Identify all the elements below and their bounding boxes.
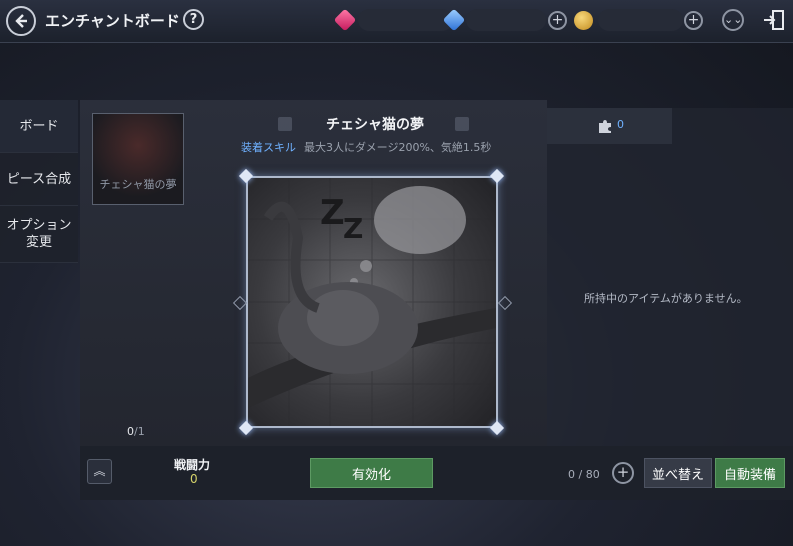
sidebar-item-option-change[interactable]: オプション 変更 (0, 206, 78, 263)
skill-tag: 装着スキル (241, 141, 296, 154)
board-title: チェシャ猫の夢 (326, 117, 424, 133)
sidebar-item-piece-synthesis[interactable]: ピース合成 (0, 153, 78, 206)
puzzle-piece-icon (599, 120, 611, 133)
collapse-button[interactable]: ︽ (87, 459, 112, 484)
exit-door-icon (764, 10, 784, 30)
combat-power-label: 戦闘力 (174, 458, 211, 472)
sidebar-item-label: ボード (19, 118, 59, 134)
thumbnail-label: チェシャ猫の夢 (99, 178, 177, 191)
sidebar-item-label: ピース合成 (6, 171, 72, 187)
sidebar-item-label: オプション 変更 (6, 218, 72, 250)
skill-description: 最大3人にダメージ200%、気絶1.5秒 (304, 141, 492, 154)
sidebar-item-board[interactable]: ボード (0, 100, 78, 153)
tab-pieces[interactable]: 0 (547, 108, 672, 144)
tab-piece-count: 0 (617, 118, 624, 131)
board-count-current: 0 (127, 425, 134, 438)
auto-equip-button[interactable]: 自動装備 (715, 458, 785, 488)
gold-coin-icon (574, 11, 593, 30)
board-thumbnail[interactable]: チェシャ猫の夢 (92, 113, 184, 205)
puzzle-piece-icon (278, 117, 292, 131)
add-slot-button[interactable]: + (612, 462, 634, 484)
empty-inventory-message: 所持中のアイテムがありません。 (584, 292, 748, 305)
svg-text:Z: Z (320, 193, 345, 233)
exit-button[interactable] (762, 8, 786, 32)
board-count: 0/1 (127, 425, 145, 438)
gold-counter (598, 9, 683, 31)
activate-button[interactable]: 有効化 (310, 458, 433, 488)
puzzle-board-image[interactable]: Z Z (246, 176, 498, 428)
add-gold-button[interactable]: + (684, 11, 703, 30)
help-icon[interactable]: ? (183, 9, 204, 30)
board-count-max: /1 (134, 425, 145, 438)
inventory-slot-count: 0 / 80 (568, 468, 600, 481)
sort-button[interactable]: 並べ替え (644, 458, 712, 488)
back-arrow-icon (15, 14, 27, 28)
page-title: エンチャントボード (45, 12, 180, 30)
skill-info: 装着スキル 最大3人にダメージ200%、気絶1.5秒 (241, 139, 491, 155)
cheshire-cat-artwork: Z Z (248, 178, 496, 426)
svg-text:Z: Z (343, 212, 363, 245)
back-button[interactable] (6, 6, 36, 36)
puzzle-piece-icon (455, 117, 469, 131)
combat-power-value: 0 (190, 472, 198, 486)
double-chevron-up-icon: ︽ (93, 464, 106, 478)
blue-gem-counter (466, 9, 546, 31)
add-gem-button[interactable]: + (548, 11, 567, 30)
inventory-panel (547, 108, 793, 446)
red-gem-counter (358, 9, 453, 31)
double-chevron-down-icon[interactable]: ⌄⌄ (722, 9, 744, 31)
side-nav: ボード ピース合成 オプション 変更 (0, 100, 78, 263)
